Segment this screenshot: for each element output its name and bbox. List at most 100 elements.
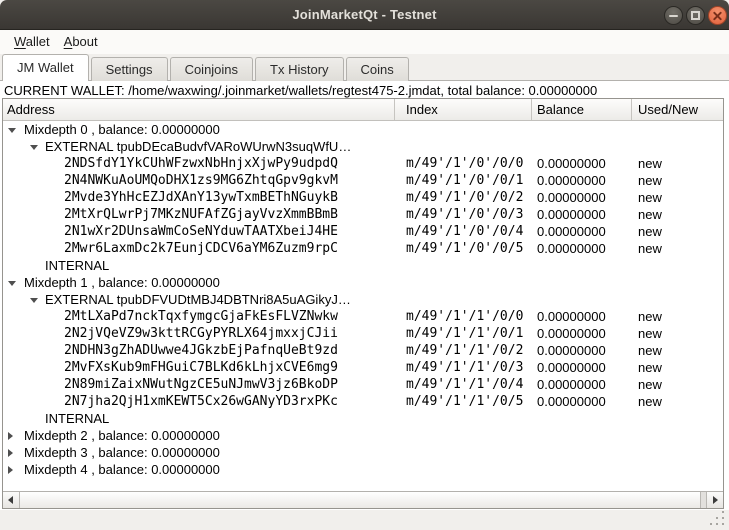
resize-grip[interactable] — [710, 511, 725, 526]
address-row[interactable]: 2MtXrQLwrPj7MKzNUFAfZGjayVvzXmmBBmBm/49'… — [3, 206, 723, 223]
tab-coins[interactable]: Coins — [346, 57, 409, 81]
tree-row-section[interactable]: Mixdepth 3 , balance: 0.00000000 — [3, 444, 723, 461]
index-cell: m/49'/1'/0'/0/2 — [406, 189, 523, 206]
scroll-right-button[interactable] — [706, 492, 723, 508]
index-cell: m/49'/1'/1'/0/2 — [406, 342, 523, 359]
tree-row-label[interactable]: INTERNAL — [3, 257, 723, 274]
expand-arrow-icon[interactable] — [8, 466, 13, 474]
tab-coinjoins[interactable]: Coinjoins — [170, 57, 253, 81]
tree-row-section[interactable]: Mixdepth 4 , balance: 0.00000000 — [3, 461, 723, 478]
address-row[interactable]: 2NDHN3gZhADUwwe4JGkzbEjPafnqUeBt9zd m/49'… — [3, 342, 723, 359]
menu-item-about[interactable]: About — [64, 30, 98, 54]
scroll-left-icon — [8, 496, 13, 504]
tab-tx-history[interactable]: Tx History — [255, 57, 344, 81]
status-cell: new — [638, 172, 662, 189]
address-cell: 2N1wXr2DUnsaWmCoSeNYduwTAATXbeiJ4HE — [64, 223, 338, 240]
column-header-address[interactable]: Address — [7, 99, 55, 120]
column-divider[interactable] — [631, 99, 632, 120]
status-cell: new — [638, 189, 662, 206]
status-cell: new — [638, 342, 662, 359]
tree-body: Mixdepth 0 , balance: 0.00000000EXTERNAL… — [3, 121, 723, 478]
balance-cell: 0.00000000 — [537, 240, 606, 257]
index-cell: m/49'/1'/0'/0/4 — [406, 223, 523, 240]
index-cell: m/49'/1'/0'/0/3 — [406, 206, 523, 223]
tab-jm-wallet[interactable]: JM Wallet — [2, 54, 89, 81]
column-divider[interactable] — [531, 99, 532, 120]
column-header-index[interactable]: Index — [406, 99, 438, 120]
maximize-button[interactable] — [686, 6, 705, 25]
address-cell: 2N7jha2QjH1xmKEWT5Cx26wGANyYD3rxPKc — [64, 393, 338, 410]
status-cell: new — [638, 206, 662, 223]
address-cell: 2MtLXaPd7nckTqxfymgcGjaFkEsFLVZNwkw — [64, 308, 338, 325]
wallet-tree: Address Index Balance Used/New Mixdepth 0 ,… — [2, 98, 724, 509]
tree-column-header: Address Index Balance Used/New — [3, 99, 723, 121]
status-cell: new — [638, 308, 662, 325]
address-row[interactable]: 2MvFXsKub9mFHGuiC7BLKd6kLhjxCVE6mg9m/49'… — [3, 359, 723, 376]
address-row[interactable]: 2Mvde3YhHcEZJdXAnY13ywTxmBEThNGuykBm/49'… — [3, 189, 723, 206]
expand-arrow-icon[interactable] — [8, 449, 13, 457]
titlebar: JoinMarketQt - Testnet — [0, 0, 729, 30]
tree-label: INTERNAL — [45, 257, 109, 274]
tree-label: Mixdepth 0 , balance: 0.00000000 — [24, 121, 220, 138]
address-row[interactable]: 2N89miZaixNWutNgzCE5uNJmwV3jz6BkoDPm/49'… — [3, 376, 723, 393]
close-icon — [709, 7, 726, 24]
maximize-icon — [691, 11, 700, 20]
balance-cell: 0.00000000 — [537, 189, 606, 206]
tree-label: Mixdepth 1 , balance: 0.00000000 — [24, 274, 220, 291]
scrollbar-thumb[interactable] — [20, 492, 701, 508]
tree-label: Mixdepth 4 , balance: 0.00000000 — [24, 461, 220, 478]
status-cell: new — [638, 393, 662, 410]
tab-settings[interactable]: Settings — [91, 57, 168, 81]
collapse-arrow-icon[interactable] — [30, 145, 38, 150]
collapse-arrow-icon[interactable] — [8, 128, 16, 133]
index-cell: m/49'/1'/1'/0/1 — [406, 325, 523, 342]
address-cell: 2N4NWKuAoUMQoDHX1zs9MG6ZhtqGpv9gkvM — [64, 172, 338, 189]
status-cell: new — [638, 325, 662, 342]
window-title: JoinMarketQt - Testnet — [0, 0, 729, 29]
column-header-balance[interactable]: Balance — [537, 99, 584, 120]
status-cell: new — [638, 359, 662, 376]
address-cell: 2Mwr6LaxmDc2k7EunjCDCV6aYM6Zuzm9rpC — [64, 240, 338, 257]
address-row[interactable]: 2N2jVQeVZ9w3kttRCGyPYRLX64jmxxjCJii m/49'… — [3, 325, 723, 342]
balance-cell: 0.00000000 — [537, 155, 606, 172]
column-divider[interactable] — [394, 99, 395, 120]
menu-item-wallet[interactable]: Wallet — [14, 30, 50, 54]
address-cell: 2N2jVQeVZ9w3kttRCGyPYRLX64jmxxjCJii — [64, 325, 338, 342]
tree-label: EXTERNAL tpubDFVUDtMBJ4DBTNri8A5uAGikyJ… — [45, 291, 351, 308]
tree-label: Mixdepth 2 , balance: 0.00000000 — [24, 427, 220, 444]
address-cell: 2NDSfdY1YkCUhWFzwxNbHnjxXjwPy9udpdQ — [64, 155, 338, 172]
column-header-used-new[interactable]: Used/New — [638, 99, 698, 120]
tree-row-section[interactable]: Mixdepth 2 , balance: 0.00000000 — [3, 427, 723, 444]
index-cell: m/49'/1'/1'/0/0 — [406, 308, 523, 325]
address-row[interactable]: 2Mwr6LaxmDc2k7EunjCDCV6aYM6Zuzm9rpCm/49'… — [3, 240, 723, 257]
address-row[interactable]: 2N1wXr2DUnsaWmCoSeNYduwTAATXbeiJ4HE m/49'… — [3, 223, 723, 240]
address-row[interactable]: 2MtLXaPd7nckTqxfymgcGjaFkEsFLVZNwkw m/49'… — [3, 308, 723, 325]
expand-arrow-icon[interactable] — [8, 432, 13, 440]
close-button[interactable] — [708, 6, 727, 25]
minimize-button[interactable] — [664, 6, 683, 25]
tree-row-section[interactable]: Mixdepth 1 , balance: 0.00000000 — [3, 274, 723, 291]
balance-cell: 0.00000000 — [537, 172, 606, 189]
scroll-right-icon — [713, 496, 718, 504]
collapse-arrow-icon[interactable] — [8, 281, 16, 286]
horizontal-scrollbar[interactable] — [3, 491, 723, 508]
address-cell: 2NDHN3gZhADUwwe4JGkzbEjPafnqUeBt9zd — [64, 342, 338, 359]
tree-label: EXTERNAL tpubDEcaBudvfVARoWUrwN3suqWfU… — [45, 138, 351, 155]
index-cell: m/49'/1'/1'/0/5 — [406, 393, 523, 410]
scroll-left-button[interactable] — [3, 492, 20, 508]
address-row[interactable]: 2NDSfdY1YkCUhWFzwxNbHnjxXjwPy9udpdQm/49'… — [3, 155, 723, 172]
balance-cell: 0.00000000 — [537, 223, 606, 240]
tree-row-account[interactable]: EXTERNAL tpubDFVUDtMBJ4DBTNri8A5uAGikyJ… — [3, 291, 723, 308]
collapse-arrow-icon[interactable] — [30, 298, 38, 303]
tree-row-label[interactable]: INTERNAL — [3, 410, 723, 427]
balance-cell: 0.00000000 — [537, 342, 606, 359]
current-wallet-banner: CURRENT WALLET: /home/waxwing/.joinmarke… — [4, 83, 597, 98]
balance-cell: 0.00000000 — [537, 308, 606, 325]
status-cell: new — [638, 240, 662, 257]
address-row[interactable]: 2N7jha2QjH1xmKEWT5Cx26wGANyYD3rxPKc m/49'… — [3, 393, 723, 410]
tree-label: Mixdepth 3 , balance: 0.00000000 — [24, 444, 220, 461]
tree-row-account[interactable]: EXTERNAL tpubDEcaBudvfVARoWUrwN3suqWfU… — [3, 138, 723, 155]
index-cell: m/49'/1'/1'/0/3 — [406, 359, 523, 376]
address-row[interactable]: 2N4NWKuAoUMQoDHX1zs9MG6ZhtqGpv9gkvMm/49'… — [3, 172, 723, 189]
tree-row-section[interactable]: Mixdepth 0 , balance: 0.00000000 — [3, 121, 723, 138]
